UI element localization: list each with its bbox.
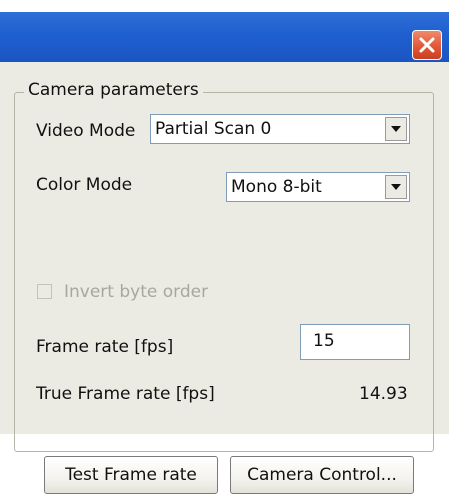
frame-rate-input[interactable]: 15 — [300, 324, 410, 360]
color-mode-dropdown-button[interactable] — [385, 175, 407, 199]
video-mode-dropdown-button[interactable] — [385, 117, 407, 141]
invert-byte-order-label: Invert byte order — [64, 282, 209, 302]
video-mode-value: Partial Scan 0 — [155, 119, 272, 139]
frame-rate-value: 15 — [313, 331, 335, 351]
video-mode-select[interactable]: Partial Scan 0 — [150, 114, 410, 144]
true-frame-rate-value: 14.93 — [359, 384, 408, 404]
color-mode-value: Mono 8-bit — [231, 177, 322, 197]
close-x-icon — [419, 37, 435, 53]
true-frame-rate-label: True Frame rate [fps] — [36, 384, 215, 404]
frame-rate-label: Frame rate [fps] — [36, 337, 174, 357]
invert-byte-order-checkbox[interactable] — [37, 284, 52, 299]
group-label: Camera parameters — [24, 80, 203, 100]
color-mode-label: Color Mode — [36, 175, 133, 195]
test-frame-rate-button[interactable]: Test Frame rate — [44, 456, 218, 494]
chevron-down-icon — [391, 126, 401, 132]
dialog-body: Camera parameters Video Mode Partial Sca… — [0, 62, 449, 494]
camera-control-button[interactable]: Camera Control... — [230, 456, 414, 494]
chevron-down-icon — [391, 184, 401, 190]
camera-dialog-window: Camera parameters Video Mode Partial Sca… — [0, 0, 449, 494]
video-mode-label: Video Mode — [36, 121, 136, 141]
title-bar[interactable] — [0, 12, 449, 62]
close-button[interactable] — [412, 30, 442, 60]
color-mode-select[interactable]: Mono 8-bit — [226, 172, 410, 202]
